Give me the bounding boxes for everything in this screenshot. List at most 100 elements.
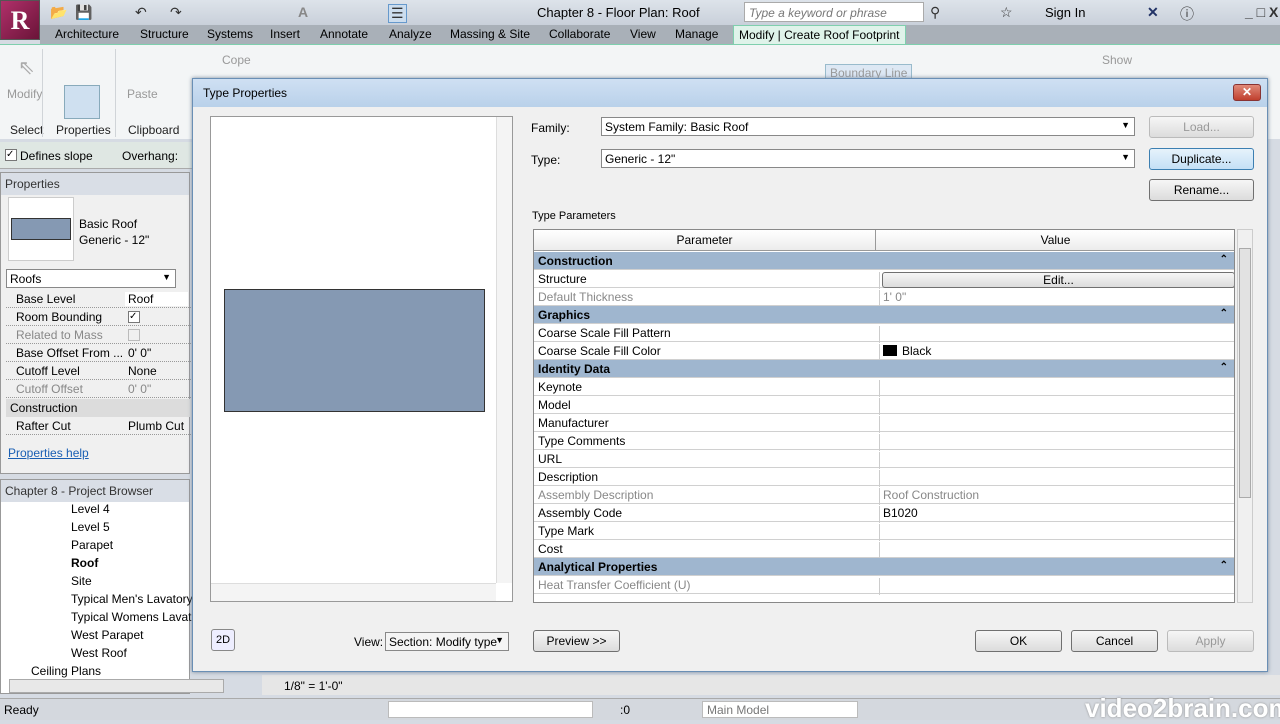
- browser-item[interactable]: Typical Womens Lavatory: [71, 610, 208, 624]
- app-logo[interactable]: R: [0, 0, 40, 40]
- apply-button[interactable]: Apply: [1167, 630, 1254, 652]
- save-icon[interactable]: 💾: [75, 4, 92, 21]
- properties-help-link[interactable]: Properties help: [8, 446, 89, 460]
- param-value[interactable]: [879, 434, 1234, 451]
- edit-structure-button[interactable]: Edit...: [882, 272, 1234, 288]
- redo-icon[interactable]: ↷: [170, 4, 182, 21]
- browser-item[interactable]: Level 5: [71, 520, 110, 534]
- tab-collaborate[interactable]: Collaborate: [549, 27, 610, 41]
- param-value[interactable]: Black: [879, 344, 1234, 361]
- param-row[interactable]: Coarse Scale Fill Pattern: [534, 324, 1234, 343]
- tab-modify-create-roof-footprint[interactable]: Modify | Create Roof Footprint: [733, 25, 906, 45]
- family-dropdown[interactable]: System Family: Basic Roof ▼: [601, 117, 1135, 136]
- param-row[interactable]: Assembly Code B1020: [534, 504, 1234, 523]
- param-row[interactable]: Type Comments: [534, 432, 1234, 451]
- param-value[interactable]: B1020: [879, 506, 1234, 523]
- param-row[interactable]: Type Mark: [534, 522, 1234, 541]
- type-properties-button[interactable]: [64, 85, 100, 119]
- room-bounding-checkbox[interactable]: ✓: [128, 311, 140, 323]
- collapse-icon[interactable]: ⌃: [1220, 308, 1228, 319]
- cancel-button[interactable]: Cancel: [1071, 630, 1158, 652]
- base-level-field[interactable]: Roof: [125, 292, 188, 306]
- param-value[interactable]: [879, 326, 1234, 343]
- cope-button[interactable]: Cope: [222, 53, 251, 67]
- type-dropdown[interactable]: Generic - 12" ▼: [601, 149, 1135, 168]
- load-button[interactable]: Load...: [1149, 116, 1254, 138]
- panel-select[interactable]: Select: [10, 123, 43, 137]
- param-row[interactable]: Default Thickness 1' 0": [534, 288, 1234, 307]
- window-controls[interactable]: _ □ X: [1245, 4, 1278, 20]
- browser-item[interactable]: West Parapet: [71, 628, 143, 642]
- browser-item-ceiling-plans[interactable]: Ceiling Plans: [31, 664, 101, 678]
- param-row[interactable]: Description: [534, 468, 1234, 487]
- paste-button[interactable]: Paste: [127, 87, 158, 101]
- modify-button[interactable]: Modify: [7, 87, 42, 101]
- param-row[interactable]: Model: [534, 396, 1234, 415]
- close-button[interactable]: ✕: [1233, 84, 1261, 101]
- view-dropdown[interactable]: Section: Modify type ▼: [385, 632, 509, 651]
- param-value[interactable]: [879, 380, 1234, 397]
- defines-slope-checkbox[interactable]: ✓: [5, 149, 17, 161]
- table-scrollbar[interactable]: [1237, 229, 1253, 603]
- group-header[interactable]: Construction ⌃: [534, 252, 1234, 270]
- preview-vscrollbar[interactable]: [496, 117, 512, 583]
- param-row[interactable]: Heat Transfer Coefficient (U): [534, 576, 1234, 595]
- design-option-dropdown[interactable]: Main Model: [702, 701, 858, 718]
- browser-item[interactable]: Level 4: [71, 502, 110, 516]
- group-header[interactable]: Identity Data ⌃: [534, 360, 1234, 378]
- prop-value[interactable]: None: [128, 364, 157, 378]
- undo-icon[interactable]: ↶: [135, 4, 147, 21]
- param-row[interactable]: Manufacturer: [534, 414, 1234, 433]
- text-icon[interactable]: A: [298, 4, 308, 20]
- preview-hscrollbar[interactable]: [211, 583, 496, 601]
- tab-massing-site[interactable]: Massing & Site: [450, 27, 530, 41]
- prop-value[interactable]: Plumb Cut: [128, 419, 184, 433]
- param-row[interactable]: Assembly Description Roof Construction: [534, 486, 1234, 505]
- param-row[interactable]: Keynote: [534, 378, 1234, 397]
- tab-manage[interactable]: Manage: [675, 27, 718, 41]
- param-row[interactable]: Coarse Scale Fill Color Black: [534, 342, 1234, 361]
- rename-button[interactable]: Rename...: [1149, 179, 1254, 201]
- browser-item[interactable]: Typical Men's Lavatory: [71, 592, 193, 606]
- browser-item-selected[interactable]: Roof: [71, 556, 98, 570]
- collapse-icon[interactable]: ⌃: [1220, 362, 1228, 373]
- preview-button[interactable]: Preview >>: [533, 630, 620, 652]
- ok-button[interactable]: OK: [975, 630, 1062, 652]
- param-value[interactable]: [879, 452, 1234, 469]
- tab-view[interactable]: View: [630, 27, 656, 41]
- column-header-value[interactable]: Value: [876, 230, 1234, 251]
- browser-item[interactable]: West Roof: [71, 646, 127, 660]
- param-value[interactable]: [879, 524, 1234, 541]
- prop-value[interactable]: 0' 0": [128, 346, 151, 360]
- exchange-icon[interactable]: ✕: [1147, 4, 1159, 21]
- browser-item[interactable]: Parapet: [71, 538, 113, 552]
- tab-systems[interactable]: Systems: [207, 27, 253, 41]
- collapse-icon[interactable]: ⌃: [1220, 254, 1228, 265]
- param-value[interactable]: [879, 542, 1234, 559]
- panel-clipboard[interactable]: Clipboard: [128, 123, 179, 137]
- param-row[interactable]: Structure Edit...: [534, 270, 1234, 289]
- group-header[interactable]: Analytical Properties ⌃: [534, 558, 1234, 576]
- group-header[interactable]: Graphics ⌃: [534, 306, 1234, 324]
- binoculars-icon[interactable]: ⚲: [930, 4, 940, 21]
- search-input[interactable]: Type a keyword or phrase: [744, 2, 924, 22]
- param-row[interactable]: Cost: [534, 540, 1234, 559]
- collapse-icon[interactable]: ⌃: [1220, 560, 1228, 571]
- column-header-parameter[interactable]: Parameter: [534, 230, 876, 251]
- show-button[interactable]: Show: [1102, 53, 1132, 67]
- param-value[interactable]: [879, 416, 1234, 433]
- thin-lines-icon[interactable]: ☰: [388, 4, 407, 23]
- workset-dropdown[interactable]: [388, 701, 593, 718]
- open-icon[interactable]: 📂: [50, 4, 67, 21]
- category-filter[interactable]: Roofs ▼: [6, 269, 176, 288]
- browser-item[interactable]: Site: [71, 574, 92, 588]
- group-construction[interactable]: Construction: [6, 399, 191, 417]
- param-row[interactable]: URL: [534, 450, 1234, 469]
- panel-properties[interactable]: Properties: [56, 123, 111, 137]
- view-scale[interactable]: 1/8" = 1'-0": [284, 679, 343, 693]
- tab-structure[interactable]: Structure: [140, 27, 189, 41]
- param-value[interactable]: [879, 398, 1234, 415]
- duplicate-button[interactable]: Duplicate...: [1149, 148, 1254, 170]
- tab-insert[interactable]: Insert: [270, 27, 300, 41]
- tab-annotate[interactable]: Annotate: [320, 27, 368, 41]
